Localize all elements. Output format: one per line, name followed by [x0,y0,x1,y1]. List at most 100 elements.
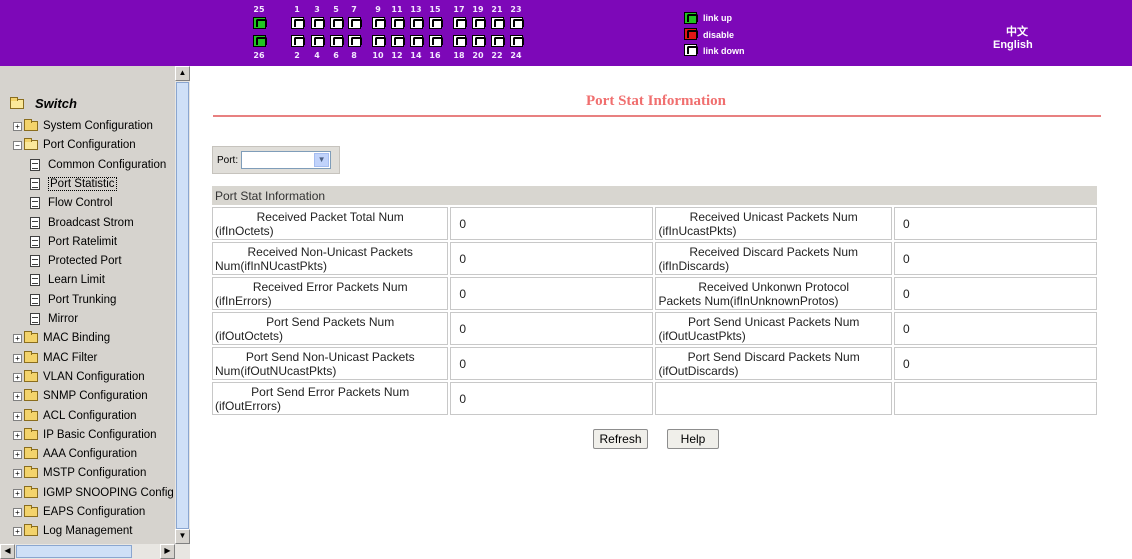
port-20-icon[interactable] [472,35,486,47]
port-15-icon[interactable] [429,17,443,29]
sidebar-item-mstp-configuration[interactable]: + MSTP Configuration [13,464,146,482]
port-number-label: 20 [472,51,484,60]
sidebar-item-protected-port[interactable]: Protected Port [30,252,122,270]
port-13-icon[interactable] [410,17,424,29]
stat-label-cell: Received Non-Unicast Packets Num(ifInNUca… [212,242,449,275]
folder-icon [24,466,38,478]
sidebar-item-label: IGMP SNOOPING Config [43,487,174,499]
chevron-down-icon[interactable]: ▼ [314,153,330,167]
expand-icon[interactable]: + [13,488,22,498]
port-label: Port: [217,154,239,166]
port-22-icon[interactable] [491,35,505,47]
expand-icon[interactable]: + [13,507,22,517]
scroll-down-button[interactable]: ▼ [175,529,190,544]
port-8-icon[interactable] [348,35,362,47]
expand-icon[interactable]: + [13,526,22,536]
port-21-icon[interactable] [491,17,505,29]
help-button[interactable]: Help [667,429,719,449]
sidebar-item-port-ratelimit[interactable]: Port Ratelimit [30,233,117,251]
english-language-link[interactable]: English [993,39,1033,51]
vertical-scroll-thumb[interactable] [176,82,189,529]
sidebar-item-ip-basic-configuration[interactable]: + IP Basic Configuration [13,426,157,444]
sidebar-item-port-statistic[interactable]: Port Statistic [30,175,117,193]
port-16-icon[interactable] [429,35,443,47]
horizontal-scroll-thumb[interactable] [16,545,132,558]
port-23-icon[interactable] [510,17,524,29]
port-2-icon[interactable] [291,35,305,47]
port-19-icon[interactable] [472,17,486,29]
link-up-legend-label: link up [703,13,732,23]
expand-icon[interactable]: + [13,411,22,421]
document-icon [30,294,40,306]
sidebar-item-broadcast-strom[interactable]: Broadcast Strom [30,214,134,232]
port-17-icon[interactable] [453,17,467,29]
scroll-left-button[interactable]: ◀ [0,544,15,559]
sidebar-item-common-configuration[interactable]: Common Configuration [30,156,166,174]
sidebar-item-label: System Configuration [43,120,153,132]
port-7-icon[interactable] [348,17,362,29]
port-select[interactable]: ▼ [241,151,332,169]
collapse-icon[interactable]: − [13,140,22,150]
port-24-icon[interactable] [510,35,524,47]
link-down-legend-icon [684,44,698,56]
sidebar-item-flow-control[interactable]: Flow Control [30,194,113,212]
sidebar-item-learn-limit[interactable]: Learn Limit [30,271,105,289]
sidebar-horizontal-scrollbar[interactable]: ◀ ▶ [0,544,190,559]
port-25-icon[interactable] [253,17,267,29]
expand-icon[interactable]: + [13,121,22,131]
port-26-icon[interactable] [253,35,267,47]
port-number-label: 19 [472,5,484,14]
port-5-icon[interactable] [330,17,344,29]
port-11-icon[interactable] [391,17,405,29]
folder-icon [24,119,38,131]
port-number-label: 25 [253,5,265,14]
port-6-icon[interactable] [330,35,344,47]
port-12-icon[interactable] [391,35,405,47]
sidebar-item-vlan-configuration[interactable]: + VLAN Configuration [13,368,145,386]
sidebar-item-igmp-snooping-config[interactable]: + IGMP SNOOPING Config [13,484,174,502]
tree-root-switch[interactable]: Switch [10,96,77,111]
sidebar-vertical-scrollbar[interactable]: ▲ ▼ [175,66,190,544]
expand-icon[interactable]: + [13,468,22,478]
port-number-label: 11 [391,5,403,14]
sidebar-item-aaa-configuration[interactable]: + AAA Configuration [13,445,137,463]
expand-icon[interactable]: + [13,333,22,343]
sidebar-item-log-management[interactable]: + Log Management [13,522,133,540]
expand-icon[interactable]: + [13,372,22,382]
stat-label-cell: Received Error Packets Num (ifInErrors) [212,277,449,310]
sidebar-item-system-configuration[interactable]: + System Configuration [13,117,153,135]
folder-icon [24,524,38,536]
document-icon [30,236,40,248]
sidebar-item-port-configuration[interactable]: − Port Configuration [13,136,136,154]
port-1-icon[interactable] [291,17,305,29]
sidebar-item-mac-filter[interactable]: + MAC Filter [13,349,97,367]
sidebar-item-mirror[interactable]: Mirror [30,310,78,328]
expand-icon[interactable]: + [13,391,22,401]
scroll-up-button[interactable]: ▲ [175,66,190,81]
stat-label-line: Port Send Unicast Packets Num [687,314,860,329]
sidebar-item-mac-binding[interactable]: + MAC Binding [13,329,110,347]
sidebar-item-eaps-configuration[interactable]: + EAPS Configuration [13,503,145,521]
port-3-icon[interactable] [311,17,325,29]
port-10-icon[interactable] [372,35,386,47]
sidebar-item-port-trunking[interactable]: Port Trunking [30,291,116,309]
sidebar-item-acl-configuration[interactable]: + ACL Configuration [13,407,137,425]
sidebar-item-snmp-configuration[interactable]: + SNMP Configuration [13,387,148,405]
expand-icon[interactable]: + [13,353,22,363]
refresh-button[interactable]: Refresh [593,429,648,449]
port-9-icon[interactable] [372,17,386,29]
port-4-icon[interactable] [311,35,325,47]
expand-icon[interactable]: + [13,430,22,440]
stat-label-line: (ifOutErrors) [215,398,281,413]
scroll-right-button[interactable]: ▶ [160,544,175,559]
folder-icon [24,447,38,459]
table-row: Received Error Packets Num (ifInErrors) 0 R… [212,277,1097,310]
port-18-icon[interactable] [453,35,467,47]
port-14-icon[interactable] [410,35,424,47]
chinese-language-link[interactable]: 中文 [1006,23,1028,39]
stat-label-cell: Port Send Error Packets Num (ifOutErrors) [212,382,449,415]
folder-icon [24,351,38,363]
expand-icon[interactable]: + [13,449,22,459]
document-icon [30,255,40,267]
disable-legend-icon [684,28,698,40]
